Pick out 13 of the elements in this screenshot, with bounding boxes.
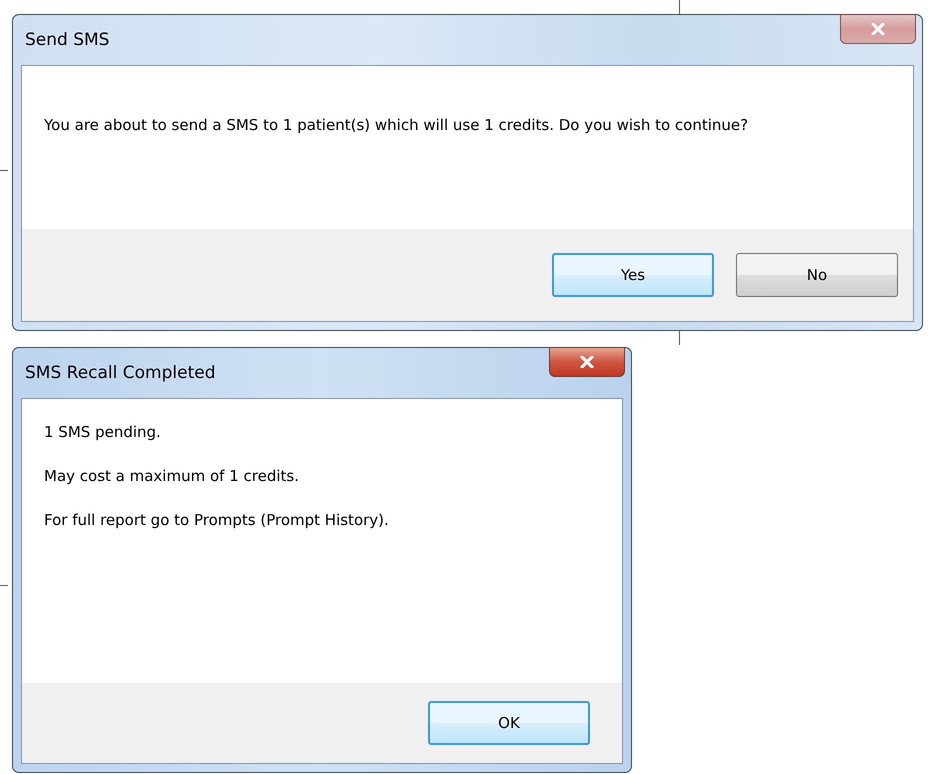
close-button[interactable] — [549, 347, 625, 377]
dialog-button[interactable]: Yes — [552, 253, 714, 297]
message-text: 1 SMS pending. — [44, 422, 162, 443]
window-title: Send SMS — [24, 30, 110, 50]
dialog-button[interactable]: No — [736, 253, 898, 297]
dialog-button[interactable]: OK — [428, 701, 590, 745]
message-text: You are about to send a SMS to 1 patient(s) which will use 1 credits. Do you wish to continue? — [44, 115, 750, 136]
message-text: For full report go to Prompts (Prompt History). — [44, 510, 390, 531]
close-icon — [870, 23, 886, 35]
close-button[interactable] — [840, 14, 916, 44]
message-text: May cost a maximum of 1 credits. — [44, 466, 300, 487]
window-title: SMS Recall Completed — [24, 363, 216, 383]
close-icon — [579, 356, 595, 368]
